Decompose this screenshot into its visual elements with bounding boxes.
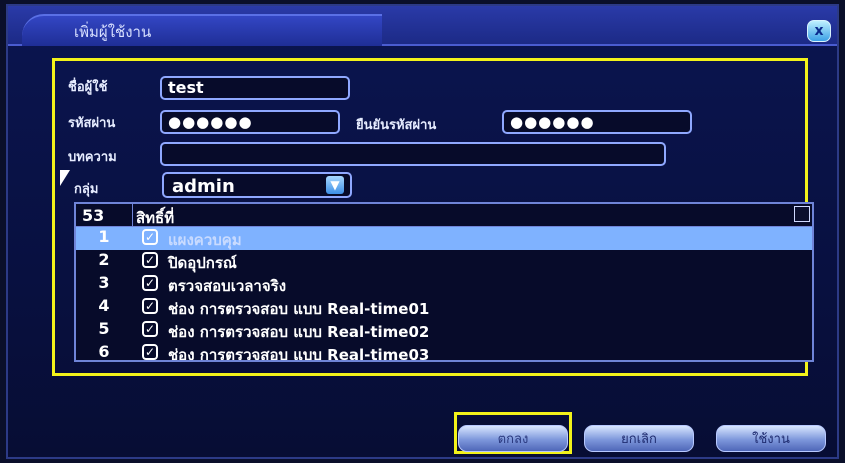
permission-row[interactable]: 6 ✓ ช่อง การตรวจสอบ แบบ Real-time03 (76, 342, 812, 362)
chevron-down-icon[interactable]: ▼ (326, 176, 344, 194)
password-field[interactable]: ●●●●●● (160, 110, 340, 134)
permission-row-label: ตรวจสอบเวลาจริง (168, 277, 287, 295)
add-user-dialog: เพิ่มผู้ใช้งาน x ชื่อผู้ใช้ test รหัสผ่า… (6, 4, 839, 459)
password-label: รหัสผ่าน (68, 116, 116, 131)
permission-row-number: 2 (98, 250, 110, 269)
memo-field[interactable] (160, 142, 666, 166)
memo-label: บทความ (68, 150, 117, 165)
permissions-count: 53 (82, 206, 105, 225)
username-field[interactable]: test (160, 76, 350, 100)
permission-row-label: ช่อง การตรวจสอบ แบบ Real-time01 (168, 300, 430, 318)
permissions-header: 53 สิทธิ์ที่ (76, 204, 812, 227)
checkbox-icon[interactable]: ✓ (142, 275, 158, 291)
checkbox-icon[interactable]: ✓ (142, 321, 158, 337)
username-label: ชื่อผู้ใช้ (68, 80, 108, 95)
permission-row[interactable]: 4 ✓ ช่อง การตรวจสอบ แบบ Real-time01 (76, 296, 812, 319)
checkbox-icon[interactable]: ✓ (142, 229, 158, 245)
confirm-password-label: ยืนยันรหัสผ่าน (356, 118, 437, 133)
close-icon: x (814, 23, 824, 39)
permission-row-label: แผงควบคุม (168, 231, 242, 249)
cancel-button[interactable]: ยกเลิก (584, 425, 694, 452)
confirm-password-field[interactable]: ●●●●●● (502, 110, 692, 134)
header-divider (132, 204, 133, 226)
permission-row[interactable]: 2 ✓ ปิดอุปกรณ์ (76, 250, 812, 273)
permissions-list[interactable]: 53 สิทธิ์ที่ 1 ✓ แผงควบคุม 2 ✓ ปิดอุปกรณ… (74, 202, 814, 362)
group-label: กลุ่ม (74, 182, 99, 197)
mouse-cursor-icon (60, 170, 70, 186)
checkbox-icon[interactable]: ✓ (142, 298, 158, 314)
ok-button[interactable]: ตกลง (458, 425, 568, 452)
checkbox-icon[interactable]: ✓ (142, 252, 158, 268)
group-dropdown[interactable]: admin ▼ (162, 172, 352, 198)
permission-row-label: ปิดอุปกรณ์ (168, 254, 237, 272)
permission-row[interactable]: 1 ✓ แผงควบคุม (76, 227, 812, 250)
list-menu-icon[interactable] (794, 206, 810, 222)
permission-row-number: 1 (98, 227, 110, 246)
title-bar: เพิ่มผู้ใช้งาน x (8, 6, 837, 46)
checkbox-icon[interactable]: ✓ (142, 344, 158, 360)
permission-row-number: 6 (98, 342, 110, 361)
permission-row-number: 5 (98, 319, 110, 338)
permission-row[interactable]: 3 ✓ ตรวจสอบเวลาจริง (76, 273, 812, 296)
dialog-title: เพิ่มผู้ใช้งาน (74, 23, 152, 41)
apply-button[interactable]: ใช้งาน (716, 425, 826, 452)
group-selected-value: admin (172, 176, 235, 197)
permission-row-number: 4 (98, 296, 110, 315)
permission-row-label: ช่อง การตรวจสอบ แบบ Real-time02 (168, 323, 430, 341)
permission-row-label: ช่อง การตรวจสอบ แบบ Real-time03 (168, 346, 430, 362)
permission-row-number: 3 (98, 273, 110, 292)
close-button[interactable]: x (807, 20, 831, 42)
permission-row[interactable]: 5 ✓ ช่อง การตรวจสอบ แบบ Real-time02 (76, 319, 812, 342)
